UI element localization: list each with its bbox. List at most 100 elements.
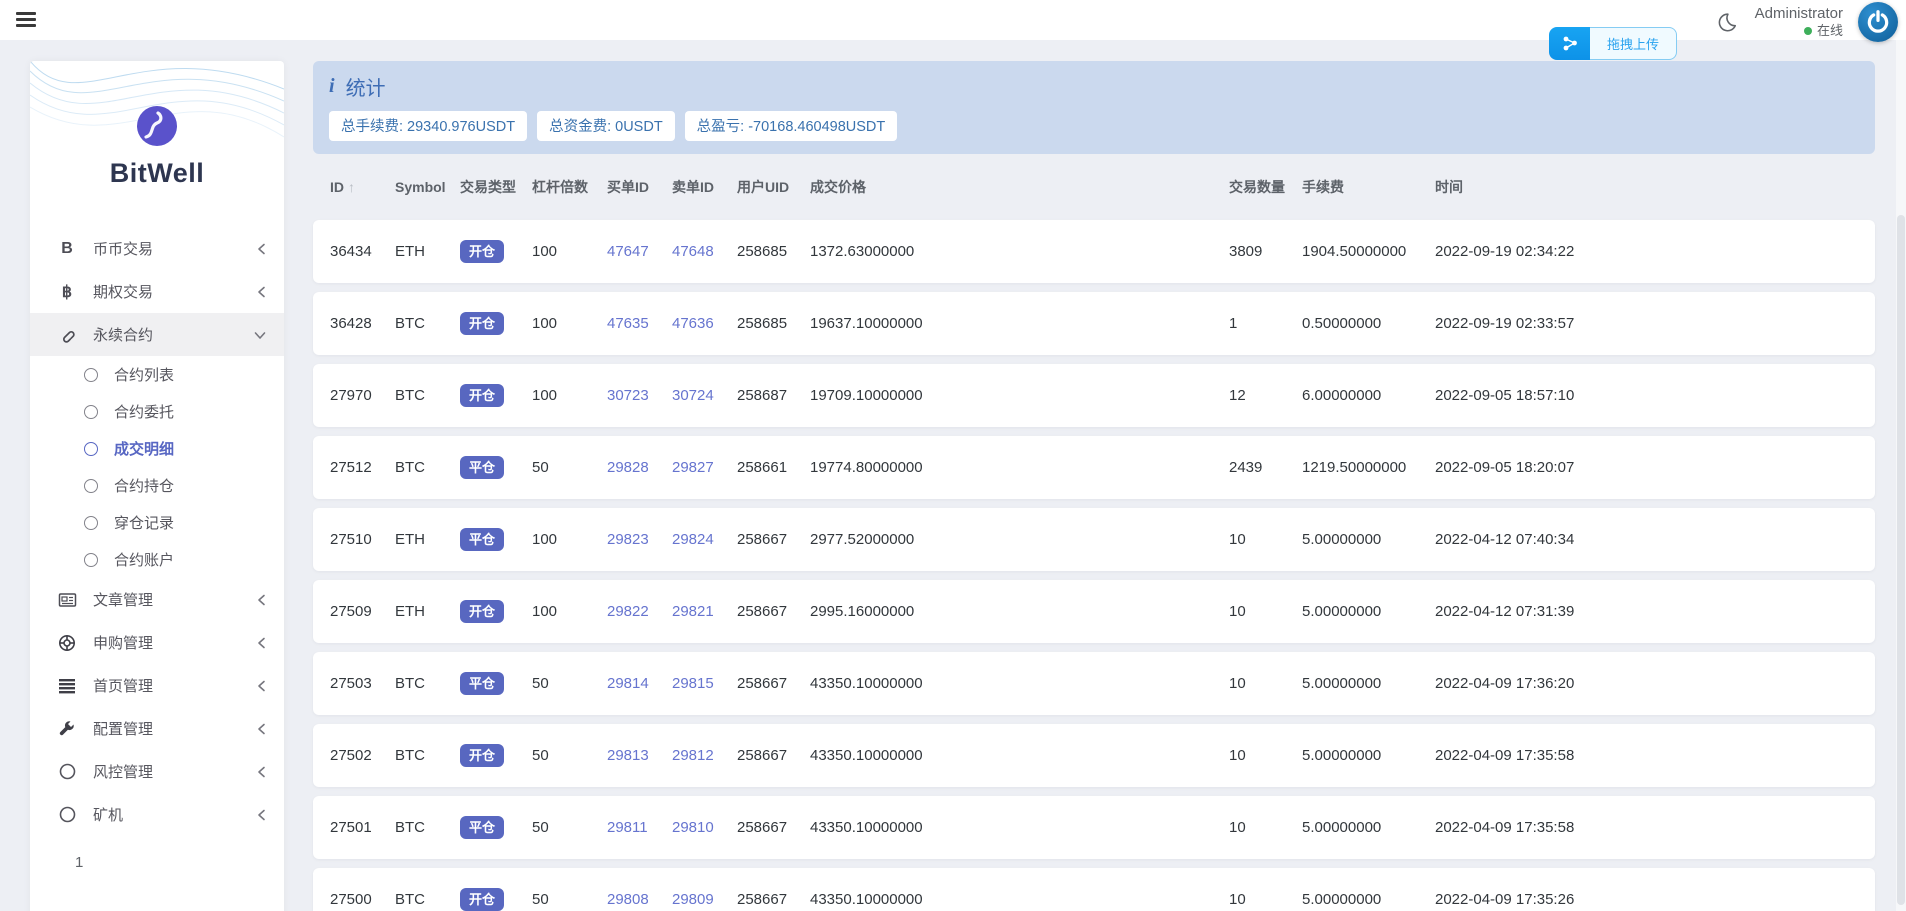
buy-order-link[interactable]: 30723 (607, 387, 649, 404)
buy-order-link[interactable]: 29808 (607, 891, 649, 908)
sidebar-item-0[interactable]: B币币交易 (30, 227, 284, 270)
cell-qty: 10 (1229, 747, 1302, 764)
sidebar-subitem-label: 合约列表 (114, 364, 174, 385)
cell-qty: 10 (1229, 819, 1302, 836)
sidebar-item-2[interactable]: 永续合约 (30, 313, 284, 356)
cell-time: 2022-09-19 02:33:57 (1435, 315, 1875, 332)
cell-time: 2022-09-19 02:34:22 (1435, 243, 1875, 260)
cell-time: 2022-04-09 17:35:58 (1435, 747, 1875, 764)
cell-uid: 258661 (737, 459, 810, 476)
cell-buy_id: 29822 (607, 603, 672, 620)
sidebar-subitem-2[interactable]: 成交明细 (30, 430, 284, 467)
sort-asc-icon[interactable]: ↑ (348, 179, 355, 195)
cell-buy_id: 47635 (607, 315, 672, 332)
avatar[interactable] (1858, 2, 1898, 42)
sidebar-item-8[interactable]: 矿机 (30, 793, 284, 836)
cell-fee: 5.00000000 (1302, 747, 1435, 764)
cell-id: 27500 (330, 891, 395, 908)
cell-price: 43350.10000000 (810, 819, 1229, 836)
sell-order-link[interactable]: 30724 (672, 387, 714, 404)
cell-type: 平仓 (460, 816, 532, 839)
buy-order-link[interactable]: 29814 (607, 675, 649, 692)
sell-order-link[interactable]: 29812 (672, 747, 714, 764)
radio-circle-icon (84, 553, 98, 567)
sidebar-item-4[interactable]: 申购管理 (30, 621, 284, 664)
buy-order-link[interactable]: 29813 (607, 747, 649, 764)
list-icon (57, 678, 77, 694)
sell-order-link[interactable]: 29824 (672, 531, 714, 548)
sidebar-item-5[interactable]: 首页管理 (30, 664, 284, 707)
cell-type: 平仓 (460, 528, 532, 551)
sell-order-link[interactable]: 29827 (672, 459, 714, 476)
cell-fee: 6.00000000 (1302, 387, 1435, 404)
cell-price: 19774.80000000 (810, 459, 1229, 476)
cell-buy_id: 47647 (607, 243, 672, 260)
cell-uid: 258667 (737, 747, 810, 764)
cell-buy_id: 29811 (607, 819, 672, 836)
sell-order-link[interactable]: 47636 (672, 315, 714, 332)
sidebar-subitem-label: 合约持仓 (114, 475, 174, 496)
cell-leverage: 100 (532, 387, 607, 404)
column-label: ID (330, 179, 344, 195)
cell-symbol: BTC (395, 387, 460, 404)
cell-symbol: BTC (395, 819, 460, 836)
user-status: 在线 (1755, 23, 1843, 39)
column-header-buy_id: 买单ID (607, 177, 672, 197)
cell-fee: 5.00000000 (1302, 819, 1435, 836)
chevron-left-icon (256, 286, 266, 298)
cell-price: 43350.10000000 (810, 675, 1229, 692)
cell-price: 43350.10000000 (810, 747, 1229, 764)
buy-order-link[interactable]: 29823 (607, 531, 649, 548)
coin-trade-icon: B (57, 240, 77, 258)
cell-uid: 258667 (737, 531, 810, 548)
sell-order-link[interactable]: 29815 (672, 675, 714, 692)
cell-sell_id: 29815 (672, 675, 737, 692)
sidebar-item-7[interactable]: 风控管理 (30, 750, 284, 793)
user-name: Administrator (1755, 5, 1843, 23)
cell-price: 2995.16000000 (810, 603, 1229, 620)
hamburger-menu-icon[interactable] (16, 12, 36, 30)
brand-name: BitWell (30, 158, 284, 189)
sell-order-link[interactable]: 29821 (672, 603, 714, 620)
sidebar-subitem-0[interactable]: 合约列表 (30, 356, 284, 393)
sell-order-link[interactable]: 29810 (672, 819, 714, 836)
sidebar-subitem-4[interactable]: 穿仓记录 (30, 504, 284, 541)
vertical-scrollbar[interactable] (1896, 40, 1906, 911)
cell-symbol: ETH (395, 243, 460, 260)
cell-qty: 1 (1229, 315, 1302, 332)
cell-id: 27509 (330, 603, 395, 620)
cell-type: 平仓 (460, 672, 532, 695)
sidebar-item-1[interactable]: ฿期权交易 (30, 270, 284, 313)
sell-order-link[interactable]: 29809 (672, 891, 714, 908)
column-header-price: 成交价格 (810, 177, 1229, 197)
sidebar-subitem-3[interactable]: 合约持仓 (30, 467, 284, 504)
trade-type-badge: 开仓 (460, 888, 504, 911)
online-label: 在线 (1817, 23, 1843, 39)
cell-id: 27502 (330, 747, 395, 764)
buy-order-link[interactable]: 47647 (607, 243, 649, 260)
stats-header: i 统计 (329, 72, 1859, 101)
buy-order-link[interactable]: 29822 (607, 603, 649, 620)
table-row: 27510ETH平仓10029823298242586672977.520000… (313, 508, 1875, 571)
sidebar-subitem-1[interactable]: 合约委托 (30, 393, 284, 430)
column-header-symbol: Symbol (395, 179, 460, 195)
sidebar-item-3[interactable]: 文章管理 (30, 578, 284, 621)
sell-order-link[interactable]: 47648 (672, 243, 714, 260)
drag-upload-button[interactable]: 拖拽上传 (1549, 27, 1677, 60)
cell-time: 2022-04-12 07:31:39 (1435, 603, 1875, 620)
buy-order-link[interactable]: 47635 (607, 315, 649, 332)
cell-leverage: 50 (532, 891, 607, 908)
sidebar-item-label: 矿机 (93, 804, 123, 825)
sidebar-subitem-5[interactable]: 合约账户 (30, 541, 284, 578)
cell-leverage: 100 (532, 531, 607, 548)
sidebar-item-6[interactable]: 配置管理 (30, 707, 284, 750)
buy-order-link[interactable]: 29811 (607, 819, 648, 836)
column-header-sell_id: 卖单ID (672, 177, 737, 197)
buy-order-link[interactable]: 29828 (607, 459, 649, 476)
dark-mode-toggle[interactable] (1714, 9, 1740, 35)
cell-type: 开仓 (460, 384, 532, 407)
cell-uid: 258687 (737, 387, 810, 404)
brand-block: BitWell (30, 61, 284, 207)
scrollbar-thumb[interactable] (1897, 215, 1905, 905)
chevron-left-icon (256, 243, 266, 255)
